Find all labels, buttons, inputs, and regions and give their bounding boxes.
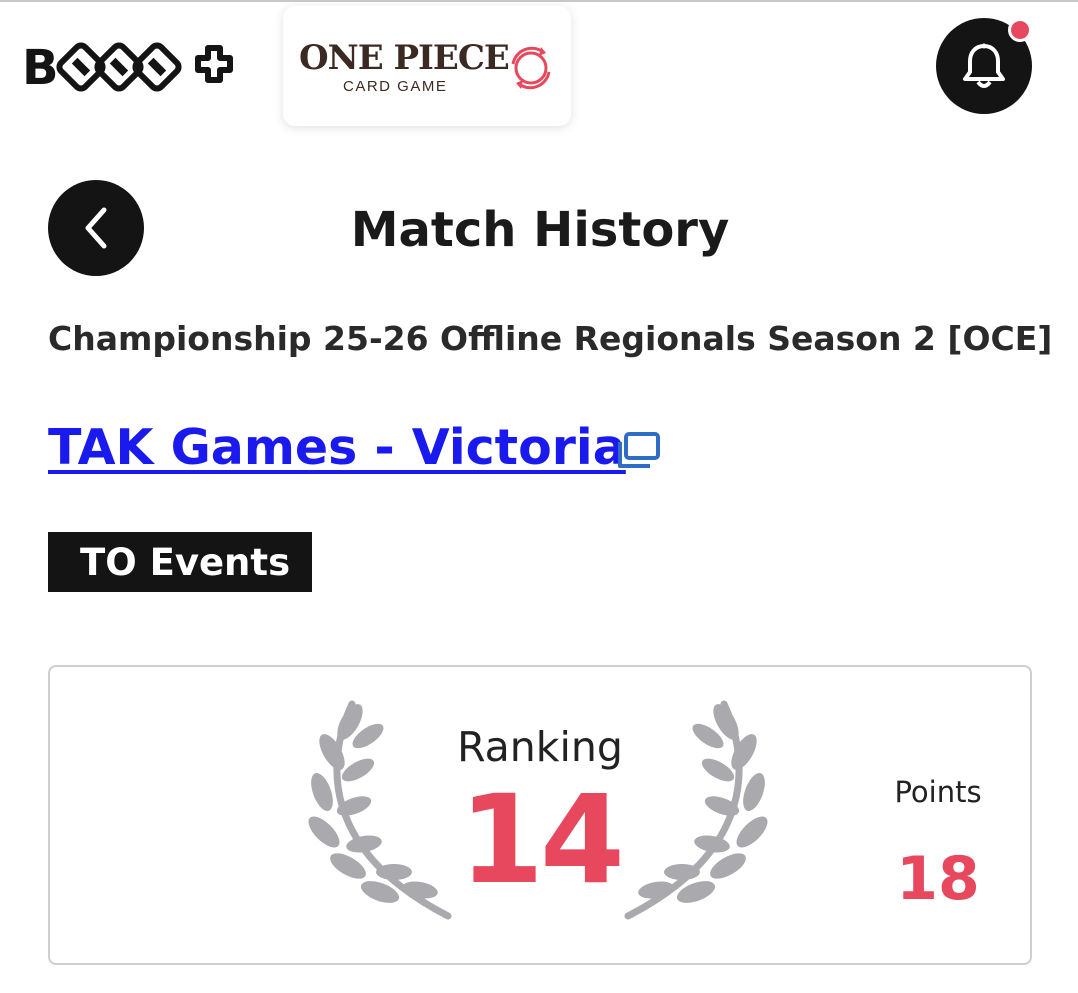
store-link[interactable]: TAK Games - Victoria: [48, 418, 626, 478]
ranking-label: Ranking: [457, 723, 623, 771]
brand-logo[interactable]: B: [22, 38, 238, 94]
chevron-left-icon: [85, 207, 107, 249]
event-name: Championship 25-26 Offline Regionals Sea…: [48, 319, 1053, 358]
game-logo-title: ONE PIECE: [299, 38, 510, 78]
refresh-icon: [511, 46, 551, 90]
event-type-tag: TO Events: [48, 532, 312, 592]
points-label: Points: [894, 775, 982, 809]
points-value: 18: [896, 844, 980, 914]
ranking-value: 14: [459, 769, 625, 911]
external-link-icon[interactable]: [614, 430, 664, 472]
notification-badge: [1008, 18, 1032, 42]
back-button[interactable]: [48, 180, 144, 276]
game-logo-subtitle: CARD GAME: [343, 78, 448, 95]
bell-icon: [963, 43, 1005, 88]
page-title: Match History: [350, 202, 730, 258]
svg-text:B: B: [22, 40, 59, 94]
game-selector-card[interactable]: ONE PIECE CARD GAME: [283, 6, 571, 126]
top-divider: [0, 0, 1078, 2]
